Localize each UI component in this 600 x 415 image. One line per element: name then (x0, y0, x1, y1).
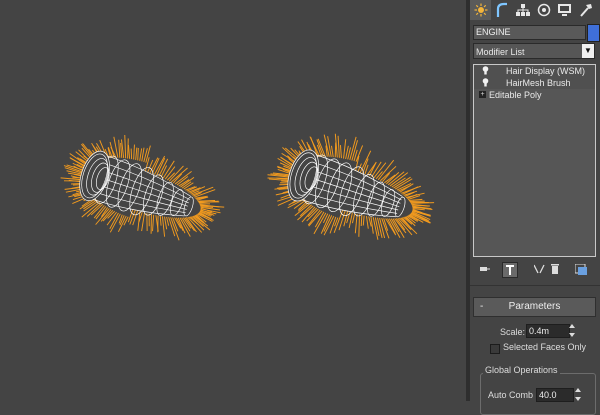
auto-comb-label: Auto Comb (488, 390, 534, 400)
sun-icon (474, 3, 487, 17)
panel-separator (470, 285, 600, 286)
auto-comb-input[interactable]: 40.0 (536, 388, 574, 402)
global-operations-title: Global Operations (483, 365, 560, 375)
object-name-field[interactable]: ENGINE (473, 25, 586, 40)
viewport-canvas[interactable] (0, 0, 466, 401)
rollout-title: Parameters (508, 301, 561, 312)
left-engine-hair-mesh[interactable] (49, 120, 236, 263)
modifier-list-label: Modifier List (476, 47, 525, 57)
end-result-icon (506, 265, 514, 275)
perspective-viewport[interactable] (0, 0, 466, 401)
bend-icon (496, 2, 507, 17)
scale-input[interactable]: 0.4m (526, 324, 570, 338)
display-tab[interactable] (554, 0, 575, 20)
spinner-down-icon[interactable] (569, 333, 575, 337)
lightbulb-icon[interactable] (482, 66, 489, 75)
utilities-tab[interactable] (575, 0, 596, 20)
stack-item-label: HairMesh Brush (506, 78, 571, 88)
modifier-list-dropdown[interactable]: Modifier List ▼ (473, 43, 595, 59)
modifier-stack[interactable]: Hair Display (WSM) HairMesh Brush + Edit… (473, 64, 596, 257)
make-unique-icon (533, 264, 545, 274)
right-engine-hair-mesh[interactable] (255, 114, 449, 267)
selected-faces-only-label: Selected Faces Only (503, 342, 587, 352)
command-panel: ENGINE Modifier List ▼ Hair Display (WSM… (470, 0, 600, 415)
pin-icon (480, 267, 490, 271)
stack-item-label: Hair Display (WSM) (506, 66, 586, 76)
scale-spinner[interactable] (569, 324, 575, 337)
lightbulb-icon[interactable] (482, 78, 489, 87)
command-panel-tabs (470, 0, 600, 21)
scale-label: Scale: (500, 327, 526, 337)
motion-icon (537, 3, 550, 17)
hierarchy-tab[interactable] (512, 0, 533, 20)
parameters-rollout-header[interactable]: - Parameters (473, 297, 596, 317)
spinner-up-icon[interactable] (569, 324, 575, 328)
make-unique-button[interactable] (532, 262, 546, 276)
create-tab[interactable] (470, 0, 491, 20)
pin-stack-button[interactable] (478, 262, 492, 276)
modify-tab[interactable] (491, 0, 512, 20)
stack-item-editable-poly[interactable]: + Editable Poly (474, 89, 595, 101)
stack-toolbar (474, 262, 596, 278)
hammer-icon (579, 4, 592, 17)
expand-icon[interactable]: + (479, 91, 486, 98)
parameters-rollout-body: Scale: 0.4m Selected Faces Only Global O… (473, 317, 596, 415)
trash-icon (551, 264, 559, 274)
selected-faces-only-checkbox[interactable] (490, 344, 500, 354)
stack-item-hair-display[interactable]: Hair Display (WSM) (474, 65, 595, 77)
configure-sets-icon (575, 263, 587, 275)
stack-item-hairmesh-brush[interactable]: HairMesh Brush (474, 77, 595, 89)
show-end-result-button[interactable] (502, 262, 518, 278)
configure-modifier-sets-button[interactable] (574, 262, 588, 276)
monitor-icon (558, 4, 571, 16)
motion-tab[interactable] (533, 0, 554, 20)
spinner-up-icon[interactable] (575, 388, 581, 392)
object-color-swatch[interactable] (587, 24, 600, 42)
stack-item-label: Editable Poly (489, 90, 542, 100)
auto-comb-spinner[interactable] (575, 388, 581, 401)
spinner-down-icon[interactable] (575, 397, 581, 401)
remove-modifier-button[interactable] (548, 262, 562, 276)
dropdown-arrow-icon[interactable]: ▼ (582, 44, 594, 58)
hierarchy-icon (515, 4, 530, 16)
